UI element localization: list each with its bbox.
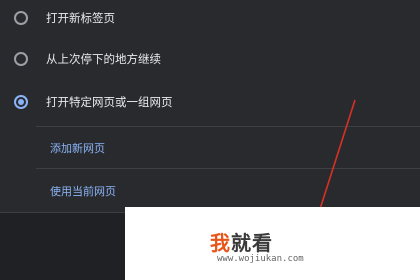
watermark-title-part1: 我 <box>210 231 231 255</box>
watermark-title: 我就看 <box>210 227 273 256</box>
watermark-logo: 我就看 www.wojiukan.com <box>125 207 420 280</box>
watermark-title-part2: 就看 <box>231 231 273 255</box>
watermark-url: www.wojiukan.com <box>217 254 304 264</box>
